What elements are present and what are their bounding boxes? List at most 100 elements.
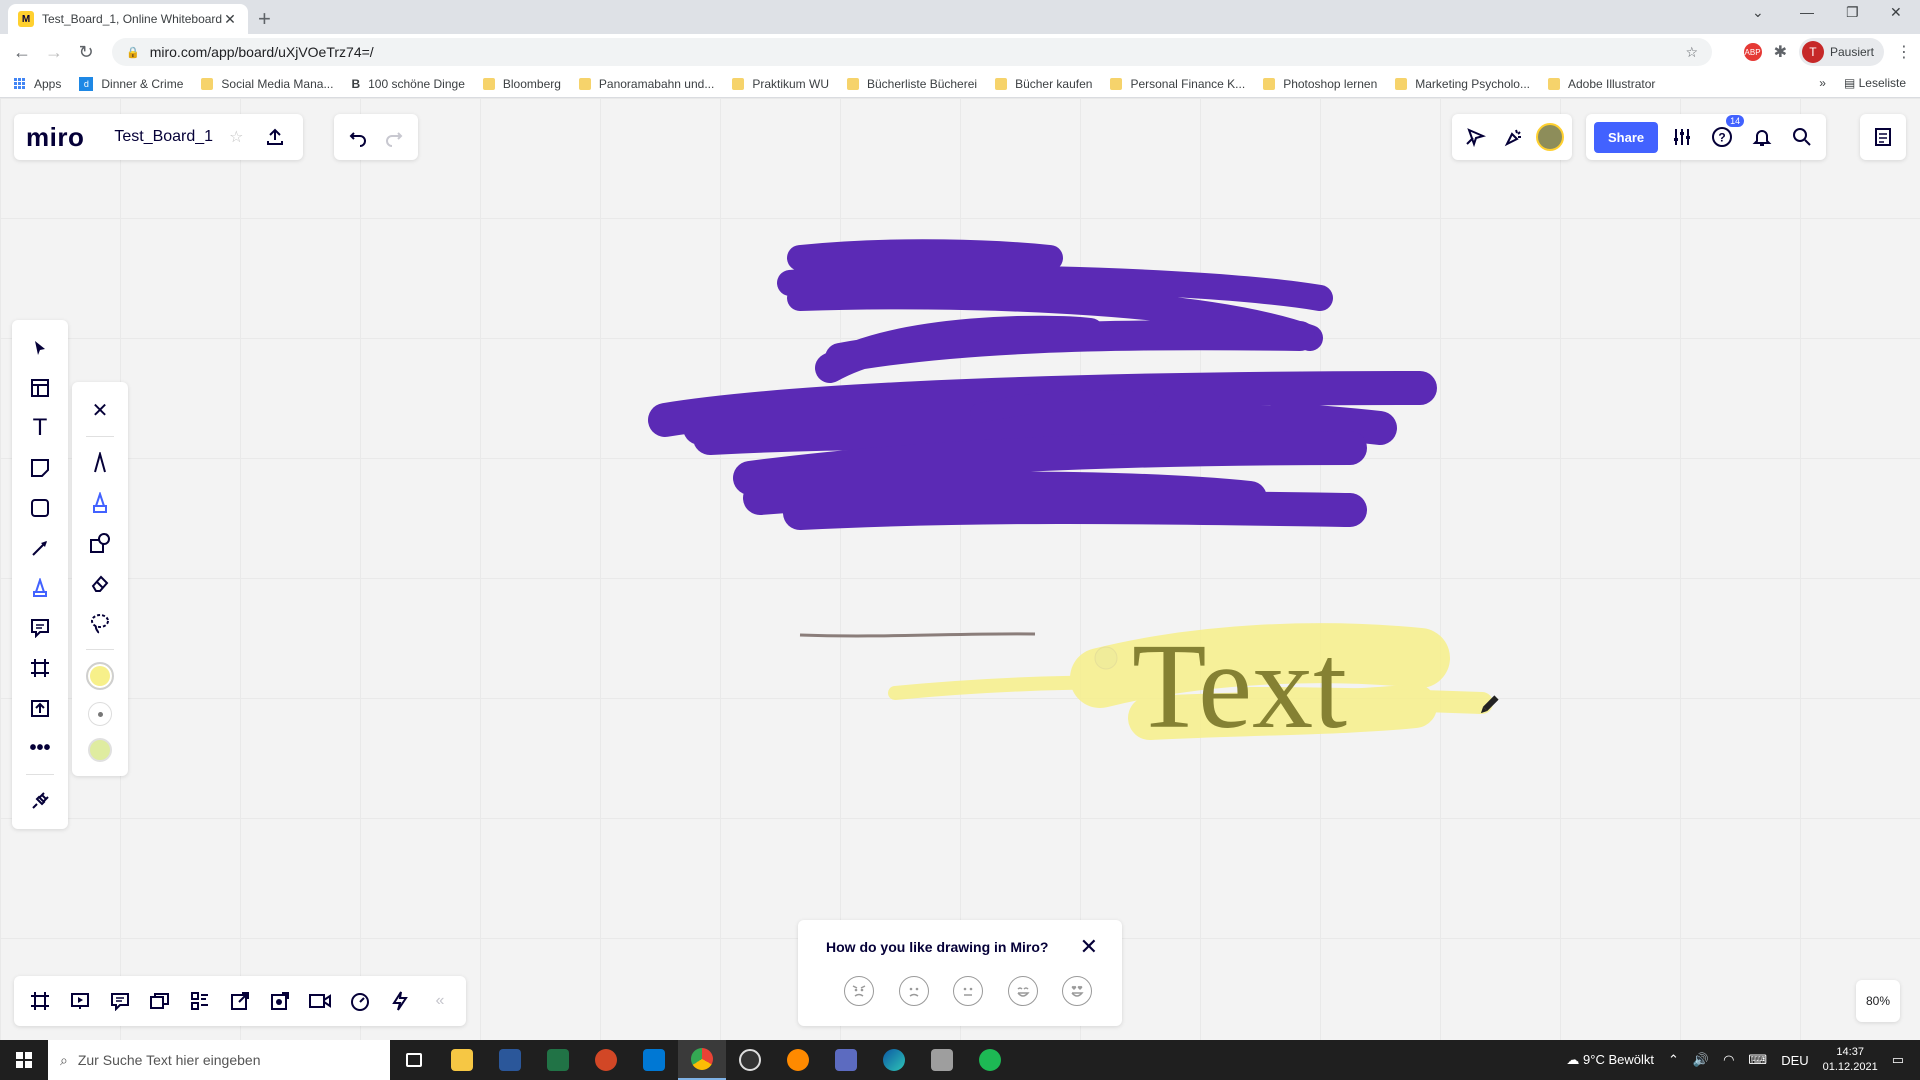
spotify-icon[interactable] — [966, 1040, 1014, 1080]
language-indicator[interactable]: DEU — [1781, 1053, 1808, 1068]
bookmark-item[interactable]: Personal Finance K... — [1110, 77, 1245, 91]
maximize-button[interactable]: ❐ — [1846, 4, 1859, 21]
templates-icon[interactable] — [24, 372, 56, 404]
task-view-icon[interactable] — [390, 1040, 438, 1080]
keyboard-icon[interactable]: ⌨ — [1748, 1052, 1767, 1068]
video-call-icon[interactable] — [304, 985, 336, 1017]
bookmark-item[interactable]: Bücherliste Bücherei — [847, 77, 977, 91]
tray-overflow-icon[interactable]: ⌃ — [1668, 1052, 1679, 1068]
purple-scribble[interactable] — [648, 239, 1437, 530]
address-bar[interactable]: 🔒 miro.com/app/board/uXjVOeTrz74=/ ☆ — [112, 38, 1712, 66]
chrome-icon[interactable] — [678, 1040, 726, 1080]
mail-icon[interactable] — [630, 1040, 678, 1080]
clock[interactable]: 14:37 01.12.2021 — [1823, 1045, 1878, 1075]
weather-widget[interactable]: ☁ 9°C Bewölkt — [1566, 1052, 1654, 1068]
powerpoint-icon[interactable] — [582, 1040, 630, 1080]
notes-list-icon[interactable] — [1867, 121, 1899, 153]
notification-center-icon[interactable]: ▭ — [1892, 1052, 1904, 1068]
user-avatar[interactable] — [1536, 123, 1564, 151]
share-button[interactable]: Share — [1594, 121, 1659, 153]
bookmark-item[interactable]: Bloomberg — [482, 77, 561, 91]
app-icon[interactable] — [774, 1040, 822, 1080]
eraser-icon[interactable] — [84, 567, 116, 599]
network-icon[interactable]: ◠ — [1723, 1052, 1734, 1068]
bookmark-item[interactable]: Marketing Psycholo... — [1395, 77, 1530, 91]
text-tool-icon[interactable]: T — [24, 412, 56, 444]
cursor-follow-icon[interactable] — [1460, 121, 1492, 153]
happy-face-icon[interactable] — [1007, 976, 1038, 1006]
comments-icon[interactable] — [104, 985, 136, 1017]
redo-icon[interactable] — [378, 121, 410, 153]
taskbar-search-box[interactable]: ⌕ Zur Suche Text hier eingeben — [48, 1040, 390, 1080]
word-icon[interactable] — [486, 1040, 534, 1080]
select-cursor-icon[interactable] — [24, 332, 56, 364]
app-icon[interactable] — [918, 1040, 966, 1080]
bookmark-item[interactable]: Bücher kaufen — [995, 77, 1092, 91]
extensions-puzzle-icon[interactable]: ✱ — [1774, 42, 1787, 62]
bookmark-item[interactable]: d Dinner & Crime — [79, 76, 183, 91]
miro-logo[interactable]: miro — [26, 122, 98, 153]
file-explorer-icon[interactable] — [438, 1040, 486, 1080]
bookmark-apps[interactable]: Apps — [14, 77, 61, 91]
reactions-icon[interactable] — [1498, 121, 1530, 153]
windows-start-icon[interactable] — [0, 1040, 48, 1080]
edge-icon[interactable] — [870, 1040, 918, 1080]
board-name[interactable]: Test_Board_1 — [114, 128, 213, 146]
tab-search-icon[interactable]: ⌄ — [1752, 4, 1764, 21]
bookmark-star-icon[interactable]: ☆ — [1685, 44, 1698, 61]
reading-list-button[interactable]: ▤ Leseliste — [1844, 76, 1906, 90]
embed-link-icon[interactable] — [224, 985, 256, 1017]
new-tab-button[interactable]: + — [258, 6, 271, 32]
pen-tool-icon[interactable] — [24, 572, 56, 604]
reload-icon[interactable]: ↻ — [72, 38, 100, 66]
collapse-chevrons-icon[interactable]: « — [424, 985, 456, 1017]
connection-line-icon[interactable] — [24, 532, 56, 564]
gray-line-stroke[interactable] — [799, 632, 1036, 638]
bookmark-item[interactable]: Panoramabahn und... — [578, 77, 714, 91]
more-bookmarks-button[interactable]: » — [1819, 76, 1826, 90]
stroke-size-selector[interactable] — [88, 702, 112, 726]
close-tab-icon[interactable]: ✕ — [222, 11, 238, 28]
volume-icon[interactable]: 🔊 — [1693, 1052, 1709, 1068]
smart-drawing-icon[interactable] — [84, 527, 116, 559]
screenshot-icon[interactable] — [264, 985, 296, 1017]
presentation-icon[interactable] — [64, 985, 96, 1017]
adblock-extension-icon[interactable]: ABP — [1743, 43, 1762, 61]
love-face-icon[interactable] — [1062, 976, 1092, 1006]
zoom-control[interactable]: 80% — [1856, 980, 1901, 1022]
bookmark-item[interactable]: Social Media Mana... — [201, 77, 333, 91]
kanban-icon[interactable] — [184, 985, 216, 1017]
bell-icon[interactable] — [1746, 121, 1778, 153]
app-icon[interactable] — [822, 1040, 870, 1080]
lasso-icon[interactable] — [84, 607, 116, 639]
shape-tool-icon[interactable] — [24, 492, 56, 524]
settings-sliders-icon[interactable] — [1666, 121, 1698, 153]
sad-face-icon[interactable] — [898, 976, 929, 1006]
bookmark-item[interactable]: Photoshop lernen — [1263, 77, 1377, 91]
help-question-icon[interactable]: ? 14 — [1706, 115, 1745, 153]
cards-icon[interactable] — [144, 985, 176, 1017]
obs-icon[interactable] — [726, 1040, 774, 1080]
export-upload-icon[interactable] — [259, 121, 291, 153]
browser-tab[interactable]: M Test_Board_1, Online Whiteboard ✕ — [8, 4, 248, 34]
more-tools-icon[interactable]: ••• — [24, 732, 56, 764]
search-icon[interactable] — [1786, 121, 1818, 153]
browser-menu-icon[interactable]: ⋮ — [1896, 42, 1912, 62]
bookmark-item[interactable]: Praktikum WU — [732, 77, 829, 91]
pen-icon[interactable] — [84, 447, 116, 479]
frames-icon[interactable] — [24, 985, 56, 1017]
frame-tool-icon[interactable] — [24, 652, 56, 684]
color-swatch-light-green[interactable] — [88, 738, 112, 762]
highlighter-icon[interactable] — [84, 487, 116, 519]
angry-face-icon[interactable] — [844, 976, 874, 1006]
undo-icon[interactable] — [342, 121, 374, 153]
upload-icon[interactable] — [24, 692, 56, 724]
back-arrow-icon[interactable]: ← — [8, 38, 36, 66]
comment-icon[interactable] — [24, 612, 56, 644]
bookmark-item[interactable]: B 100 schöne Dinge — [351, 77, 464, 91]
forward-arrow-icon[interactable]: → — [40, 38, 68, 66]
canvas-text-object[interactable]: Text — [1132, 626, 1347, 748]
close-icon[interactable]: ✕ — [1080, 934, 1098, 960]
sticky-note-icon[interactable] — [24, 452, 56, 484]
excel-icon[interactable] — [534, 1040, 582, 1080]
